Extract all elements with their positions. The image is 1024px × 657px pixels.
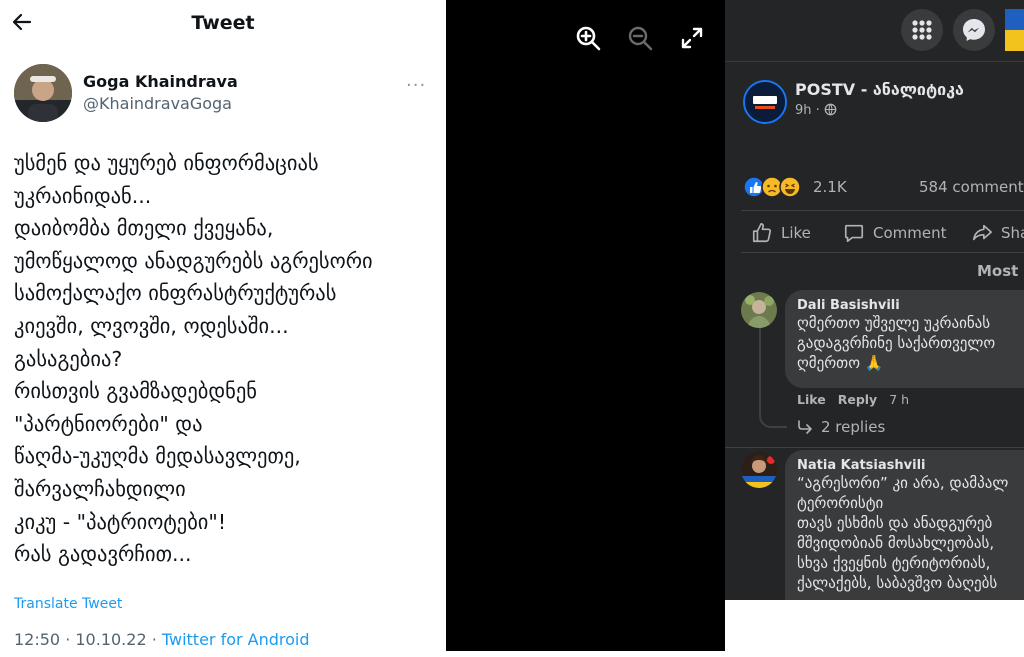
comment-author[interactable]: Dali Basishvili bbox=[797, 298, 1024, 313]
top-bar bbox=[725, 0, 1024, 62]
fullscreen-icon[interactable] bbox=[678, 24, 706, 52]
postv-logo-icon bbox=[745, 82, 785, 122]
tweet-line: კიკუ - "პატრიოტები"! bbox=[14, 509, 227, 534]
tweet-line: კიევში, ლვოვში, ოდესაში... bbox=[14, 313, 289, 338]
like-label: Like bbox=[781, 224, 811, 242]
tweet-line: "პარტნიორები" და bbox=[14, 411, 203, 436]
avatar[interactable] bbox=[1005, 9, 1024, 51]
messenger-icon bbox=[963, 19, 985, 41]
tweet-source-link[interactable]: Twitter for Android bbox=[162, 630, 310, 649]
avatar[interactable] bbox=[741, 452, 777, 488]
divider bbox=[741, 252, 1024, 253]
post-time-text: 9h · bbox=[795, 103, 824, 118]
author-name[interactable]: Goga Khaindrava bbox=[83, 72, 238, 91]
divider bbox=[725, 447, 1024, 448]
comment-text-line: სხვა ქვეყნის ტერიტორიას, bbox=[797, 554, 991, 572]
share-button[interactable]: Sha bbox=[971, 222, 1024, 244]
thumbs-up-icon bbox=[752, 223, 772, 243]
view-replies-link[interactable]: 2 replies bbox=[797, 418, 885, 436]
comment-bubble: Dali Basishvili ღმერთო უშველე უკრაინას გ… bbox=[785, 290, 1024, 388]
like-button[interactable]: Like bbox=[751, 222, 811, 244]
comment-actions: Like Reply 7 h bbox=[797, 392, 909, 407]
comment-text-line: ტერორისტი bbox=[797, 494, 884, 512]
reactions[interactable] bbox=[743, 175, 809, 199]
tweet-line: რისთვის გვამზადებდნენ bbox=[14, 379, 257, 404]
share-icon bbox=[972, 224, 992, 241]
divider bbox=[741, 210, 1024, 211]
facebook-post-panel: POSTV - ანალიტიკა 9h · 2.1K 584 comments… bbox=[725, 0, 1024, 600]
comment-text-line: “აგრესორი” კი არა, დამპალ bbox=[797, 474, 1009, 492]
comment-reply-link[interactable]: Reply bbox=[838, 392, 877, 407]
more-options-icon[interactable]: ··· bbox=[406, 75, 426, 96]
comment-sort-dropdown[interactable]: Most r bbox=[977, 262, 1024, 280]
reply-arrow-icon bbox=[798, 420, 812, 434]
tweet-line: სამოქალაქო ინფრასტრუქტურას bbox=[14, 281, 337, 306]
translate-tweet-link[interactable]: Translate Tweet bbox=[14, 596, 122, 612]
replies-label: 2 replies bbox=[821, 418, 886, 436]
profile-photo-icon bbox=[1005, 9, 1024, 51]
tweet-timestamp[interactable]: 12:50 · 10.10.22 · bbox=[14, 630, 162, 649]
tweet-line: რას გადავრჩით... bbox=[14, 542, 192, 567]
comment-label: Comment bbox=[873, 224, 947, 242]
comment-text-line: თავს ესხმის და ანადგურებ bbox=[797, 514, 993, 532]
avatar[interactable] bbox=[14, 64, 72, 122]
comment-text-line: გადაგვრჩინე საქართველო bbox=[797, 334, 996, 352]
comment-button[interactable]: Comment bbox=[843, 222, 947, 244]
zoom-in-icon[interactable] bbox=[574, 24, 602, 52]
haha-reaction-icon bbox=[779, 176, 801, 198]
reaction-count[interactable]: 2.1K bbox=[813, 178, 847, 196]
author-handle[interactable]: @KhaindravaGoga bbox=[83, 94, 232, 113]
page-title: Tweet bbox=[191, 12, 255, 34]
tweet-line: უკრაინიდან... bbox=[14, 183, 152, 208]
tweet-text: უსმენ და უყურებ ინფორმაციას უკრაინიდან..… bbox=[14, 147, 444, 571]
image-viewer bbox=[446, 0, 725, 651]
comment-like-link[interactable]: Like bbox=[797, 392, 826, 407]
like-reaction-icon bbox=[743, 176, 765, 198]
messenger-button[interactable] bbox=[953, 9, 995, 51]
page-avatar[interactable] bbox=[743, 80, 787, 124]
tweet-line: უსმენ და უყურებ ინფორმაციას bbox=[14, 151, 319, 175]
comment-text-line: მშვიდობიან მოსახლეობას, bbox=[797, 534, 995, 552]
comment-text-line: ღმერთო უშველე უკრაინას bbox=[797, 314, 991, 332]
share-label: Sha bbox=[1001, 224, 1024, 242]
tweet-line: უმოწყალოდ ანადგურებს აგრესორი bbox=[14, 248, 373, 273]
zoom-out-icon[interactable] bbox=[626, 24, 654, 52]
thread-line bbox=[759, 328, 787, 428]
comments-count[interactable]: 584 comments bbox=[919, 178, 1024, 196]
comment-icon bbox=[844, 224, 864, 243]
post-time[interactable]: 9h · bbox=[795, 103, 837, 118]
avatar[interactable] bbox=[741, 292, 777, 328]
grid-menu-icon bbox=[912, 20, 932, 40]
tweet-meta: 12:50 · 10.10.22 · Twitter for Android bbox=[14, 630, 310, 649]
page-name[interactable]: POSTV - ანალიტიკა bbox=[795, 80, 964, 99]
comment-text-line: ღმერთო 🙏 bbox=[797, 354, 884, 372]
menu-button[interactable] bbox=[901, 9, 943, 51]
tweet-panel: Tweet Goga Khaindrava @KhaindravaGoga ··… bbox=[0, 0, 446, 657]
comment-time[interactable]: 7 h bbox=[889, 392, 909, 407]
globe-icon bbox=[824, 103, 837, 116]
tweet-line: დაიბომბა მთელი ქვეყანა, bbox=[14, 216, 274, 241]
tweet-line: შარვალჩახდილი bbox=[14, 476, 186, 501]
comment-author[interactable]: Natia Katsiashvili bbox=[797, 458, 1024, 473]
comment-text-line: ქალაქებს, საბავშვო ბაღებს bbox=[797, 574, 998, 592]
comment-bubble: Natia Katsiashvili “აგრესორი” კი არა, და… bbox=[785, 450, 1024, 600]
tweet-line: გასაგებია? bbox=[14, 346, 123, 371]
tweet-line: წაღმა-უკუღმა მედასავლეთე, bbox=[14, 444, 301, 469]
sad-reaction-icon bbox=[761, 176, 783, 198]
